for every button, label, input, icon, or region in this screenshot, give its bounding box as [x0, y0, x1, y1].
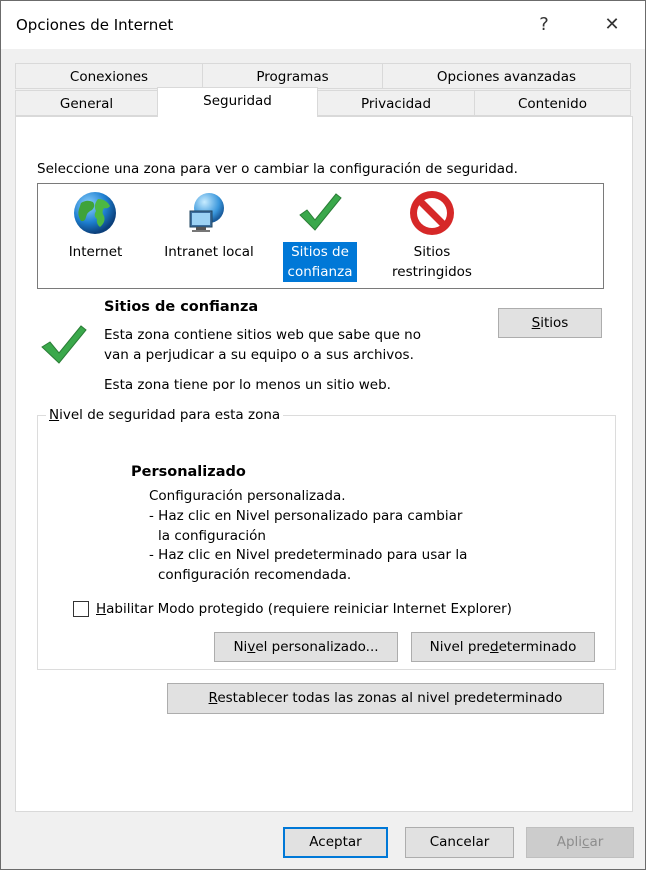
tab-contenido[interactable]: Contenido	[474, 90, 631, 116]
tab-general[interactable]: General	[15, 90, 158, 116]
globe-icon[interactable]	[71, 189, 119, 237]
protected-mode-text: abilitar Modo protegido (requiere reinic…	[106, 601, 512, 617]
security-level-line1: Configuración personalizada.	[149, 488, 346, 504]
group-label-mnemonic: N	[49, 407, 60, 423]
zone-restricted-label-2[interactable]: restringidos	[383, 262, 481, 282]
window-title: Opciones de Internet	[16, 16, 174, 34]
title-bar[interactable]: Opciones de Internet ? ✕	[1, 1, 645, 49]
trusted-zone-check-icon	[41, 325, 87, 364]
intranet-icon[interactable]	[184, 189, 232, 237]
apply-label-b: ar	[589, 834, 604, 850]
zone-list[interactable]: Internet Intranet local Sitios de confia…	[37, 183, 604, 289]
default-level-mnemonic: d	[489, 639, 499, 655]
zone-trusted-label-1[interactable]: Sitios de	[283, 242, 357, 262]
zone-trusted-label-2[interactable]: confianza	[283, 262, 357, 282]
security-level-group-label: Nivel de seguridad para esta zona	[46, 407, 284, 423]
custom-level-button[interactable]: Nivel personalizado...	[214, 632, 398, 662]
zone-site-count-note: Esta zona tiene por lo menos un sitio we…	[104, 377, 391, 391]
protected-mode-mnemonic: H	[96, 601, 107, 617]
checkmark-icon[interactable]	[296, 188, 344, 236]
zone-restricted-label-1[interactable]: Sitios	[383, 242, 481, 262]
zone-description-line1: Esta zona contiene sitios web que sabe q…	[104, 327, 421, 343]
reset-label: establecer todas las zonas al nivel pred…	[217, 690, 563, 706]
close-button[interactable]: ✕	[589, 1, 635, 49]
security-level-line3: la configuración	[158, 528, 266, 544]
zone-internet-label[interactable]: Internet	[58, 242, 133, 262]
default-level-label-b: eterminado	[498, 639, 577, 655]
custom-level-label-b: el personalizado...	[255, 639, 379, 655]
tab-opciones-avanzadas[interactable]: Opciones avanzadas	[382, 63, 631, 89]
zone-description-line2: van a perjudicar a su equipo o a sus arc…	[104, 347, 414, 363]
zone-intranet-label[interactable]: Intranet local	[156, 242, 262, 262]
tab-seguridad[interactable]: Seguridad	[157, 87, 318, 117]
sites-button-mnemonic: S	[531, 315, 541, 331]
sites-button[interactable]: Sitios	[498, 308, 602, 338]
help-button[interactable]: ?	[521, 1, 567, 49]
security-level-line5: configuración recomendada.	[158, 567, 352, 583]
sites-button-label: itios	[540, 315, 569, 331]
internet-options-dialog: Opciones de Internet ? ✕ Conexiones Prog…	[0, 0, 646, 870]
security-level-line2: - Haz clic en Nivel personalizado para c…	[149, 508, 463, 524]
tab-privacidad[interactable]: Privacidad	[317, 90, 475, 116]
security-level-line4: - Haz clic en Nivel predeterminado para …	[149, 547, 468, 563]
tab-conexiones[interactable]: Conexiones	[15, 63, 203, 89]
default-level-button[interactable]: Nivel predeterminado	[411, 632, 595, 662]
apply-label-a: Apli	[556, 834, 583, 850]
protected-mode-checkbox[interactable]	[73, 601, 89, 617]
default-level-label-a: Nivel pre	[429, 639, 490, 655]
custom-level-label-a: Ni	[233, 639, 248, 655]
apply-button[interactable]: Aplicar	[526, 827, 634, 858]
security-level-heading: Personalizado	[131, 464, 246, 480]
ok-button[interactable]: Aceptar	[283, 827, 388, 858]
zone-title: Sitios de confianza	[104, 299, 259, 315]
reset-all-zones-button[interactable]: Restablecer todas las zonas al nivel pre…	[167, 683, 604, 714]
tab-programas[interactable]: Programas	[202, 63, 383, 89]
cancel-button[interactable]: Cancelar	[405, 827, 514, 858]
restricted-icon[interactable]	[408, 189, 456, 237]
reset-mnemonic: R	[208, 690, 218, 706]
zone-instruction: Seleccione una zona para ver o cambiar l…	[37, 161, 518, 177]
protected-mode-label[interactable]: Habilitar Modo protegido (requiere reini…	[96, 601, 512, 617]
group-label-text: ivel de seguridad para esta zona	[59, 407, 281, 423]
